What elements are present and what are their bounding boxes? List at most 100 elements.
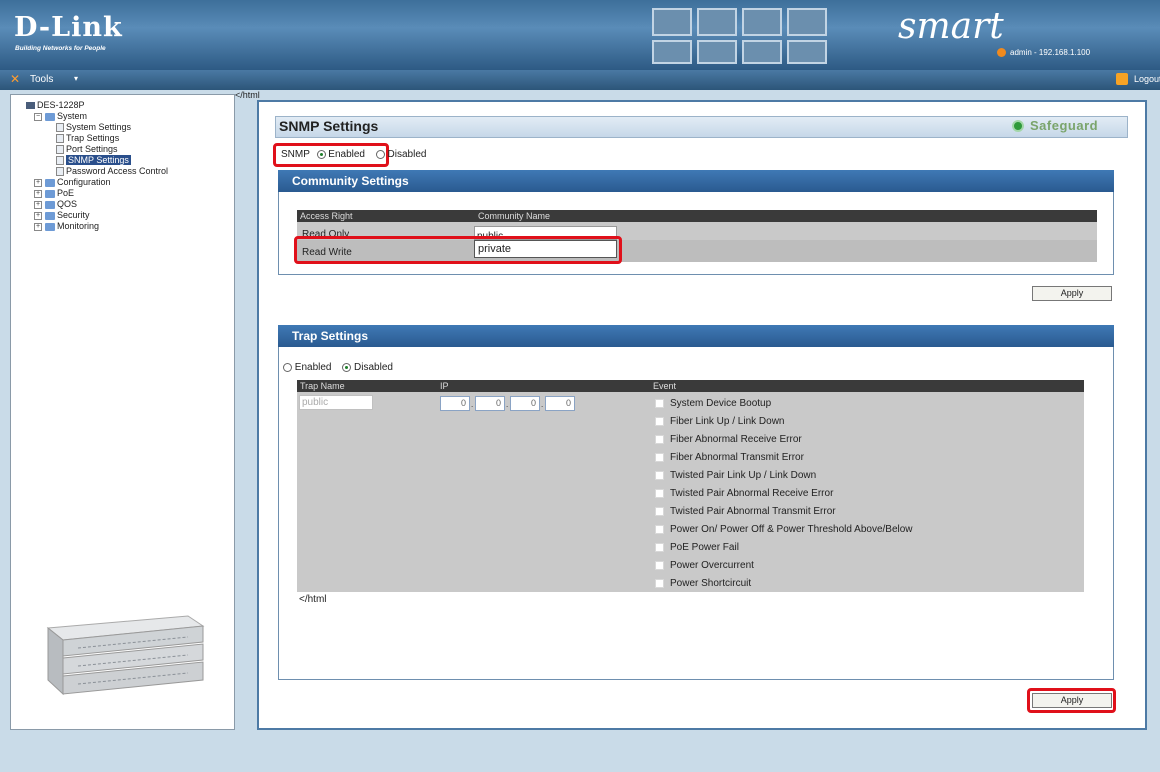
ip-octet-1[interactable]: 0 <box>440 396 470 411</box>
event-checkbox[interactable] <box>655 452 664 462</box>
expand-icon[interactable]: + <box>34 189 42 198</box>
trap-enabled-radio[interactable] <box>283 362 292 372</box>
switch-icon <box>26 102 35 110</box>
tree-item-system[interactable]: − System <box>34 111 87 121</box>
header-port-graphic <box>697 8 737 36</box>
trap-disabled-label: Disabled <box>354 362 393 373</box>
tree-label: Monitoring <box>57 221 100 231</box>
event-label: Power Shortcircuit <box>670 578 752 589</box>
snmp-disabled-radio[interactable] <box>375 149 385 159</box>
event-item[interactable]: Fiber Abnormal Transmit Error <box>655 449 1075 467</box>
tree-item-snmp-settings[interactable]: SNMP Settings <box>56 155 131 166</box>
expand-icon[interactable]: + <box>34 222 42 231</box>
tree-item-security[interactable]: + Security <box>34 210 90 220</box>
safeguard-icon <box>1012 120 1024 132</box>
community-apply-button[interactable]: Apply <box>1032 286 1112 301</box>
tree-item-system-settings[interactable]: System Settings <box>56 122 132 133</box>
folder-icon <box>45 211 55 220</box>
tree-label: System Settings <box>66 122 132 132</box>
expand-icon[interactable]: + <box>34 211 42 220</box>
event-checkbox[interactable] <box>655 542 664 552</box>
event-item[interactable]: Fiber Link Up / Link Down <box>655 413 1075 431</box>
event-checkbox[interactable] <box>655 470 664 480</box>
trap-apply-button[interactable]: Apply <box>1032 693 1112 708</box>
event-item[interactable]: System Device Bootup <box>655 395 1075 413</box>
event-item[interactable]: Fiber Abnormal Receive Error <box>655 431 1075 449</box>
page-title-bar <box>275 116 1128 138</box>
trap-settings-header: Trap Settings <box>278 325 1114 347</box>
dlink-tagline: Building Networks for People <box>15 45 106 52</box>
collapse-icon[interactable]: − <box>34 112 42 121</box>
page-icon <box>56 134 64 144</box>
toolbar <box>0 70 1160 90</box>
logout-link[interactable]: Logout <box>1134 74 1160 84</box>
tree-item-port-settings[interactable]: Port Settings <box>56 144 118 155</box>
event-item[interactable]: Twisted Pair Abnormal Transmit Error <box>655 503 1075 521</box>
ip-octet-2[interactable]: 0 <box>475 396 505 411</box>
trap-name-field[interactable]: public <box>299 395 373 410</box>
event-checkbox[interactable] <box>655 506 664 516</box>
folder-icon <box>45 222 55 231</box>
tree-item-configuration[interactable]: + Configuration <box>34 177 111 187</box>
ip-octet-3[interactable]: 0 <box>510 396 540 411</box>
page-icon <box>56 167 64 177</box>
ip-dot: . <box>506 400 509 409</box>
event-item[interactable]: Twisted Pair Link Up / Link Down <box>655 467 1075 485</box>
tree-label: Trap Settings <box>66 133 120 143</box>
event-list: System Device Bootup Fiber Link Up / Lin… <box>655 395 1075 593</box>
tree-item-password-access-control[interactable]: Password Access Control <box>56 166 168 177</box>
ip-octet-4[interactable]: 0 <box>545 396 575 411</box>
tree-item-trap-settings[interactable]: Trap Settings <box>56 133 120 144</box>
trap-disabled-radio[interactable] <box>342 362 352 372</box>
tools-icon[interactable]: ✕ <box>10 72 20 86</box>
event-checkbox[interactable] <box>655 560 664 570</box>
tree-root-device[interactable]: DES-1228P <box>26 100 85 110</box>
tree-label: Port Settings <box>66 144 118 154</box>
event-item[interactable]: Twisted Pair Abnormal Receive Error <box>655 485 1075 503</box>
stray-html-text: </html <box>299 594 327 605</box>
event-label: PoE Power Fail <box>670 542 739 553</box>
event-checkbox[interactable] <box>655 398 664 408</box>
ip-dot: . <box>471 400 474 409</box>
snmp-enabled-radio[interactable] <box>316 149 326 159</box>
header-port-graphic <box>697 40 737 64</box>
tree-label: Security <box>57 210 90 220</box>
event-checkbox[interactable] <box>655 524 664 534</box>
expand-icon[interactable]: + <box>34 200 42 209</box>
dlink-logo: D-Link <box>14 12 123 43</box>
event-label: Power Overcurrent <box>670 560 754 571</box>
logout-icon[interactable] <box>1116 73 1128 85</box>
column-header-access-right: Access Right <box>300 211 353 221</box>
trap-state-row: Enabled Disabled <box>283 362 393 373</box>
tree-device-label: DES-1228P <box>37 100 85 110</box>
page-icon <box>56 123 64 133</box>
event-checkbox[interactable] <box>655 434 664 444</box>
event-item[interactable]: PoE Power Fail <box>655 539 1075 557</box>
tools-menu[interactable]: Tools <box>30 74 53 85</box>
event-checkbox[interactable] <box>655 416 664 426</box>
event-checkbox[interactable] <box>655 578 664 588</box>
chevron-down-icon[interactable]: ▾ <box>74 74 78 83</box>
event-label: System Device Bootup <box>670 398 772 409</box>
event-item[interactable]: Power On/ Power Off & Power Threshold Ab… <box>655 521 1075 539</box>
snmp-label: SNMP <box>281 149 310 160</box>
tree-label: PoE <box>57 188 75 198</box>
community-name-read-write-field[interactable]: private <box>474 240 617 258</box>
event-checkbox[interactable] <box>655 488 664 498</box>
stray-html-text: </html <box>235 90 260 100</box>
tree-item-qos[interactable]: + QOS <box>34 199 77 209</box>
expand-icon[interactable]: + <box>34 178 42 187</box>
event-label: Fiber Abnormal Transmit Error <box>670 452 804 463</box>
community-table-header <box>297 210 1097 222</box>
folder-icon <box>45 112 55 121</box>
tree-item-poe[interactable]: + PoE <box>34 188 74 198</box>
event-item[interactable]: Power Shortcircuit <box>655 575 1075 593</box>
ip-dot: . <box>541 400 544 409</box>
folder-icon <box>45 178 55 187</box>
tree-label: QOS <box>57 199 78 209</box>
tree-item-monitoring[interactable]: + Monitoring <box>34 221 99 231</box>
column-header-ip: IP <box>440 381 449 391</box>
page-title: SNMP Settings <box>279 118 379 134</box>
tree-system-label: System <box>57 111 88 121</box>
event-item[interactable]: Power Overcurrent <box>655 557 1075 575</box>
